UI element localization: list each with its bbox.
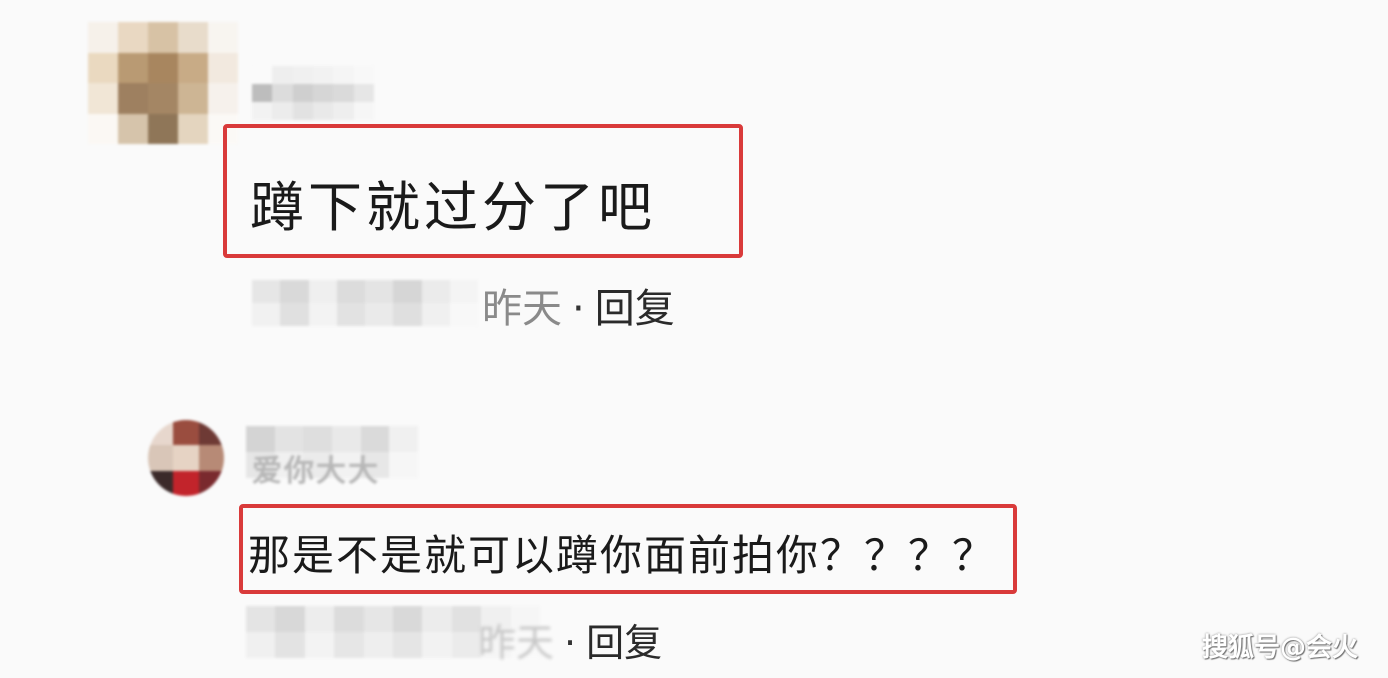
meta-separator: · — [572, 286, 585, 332]
reply-button[interactable]: 回复 — [595, 286, 675, 332]
comment-text: 蹲下就过分了吧 — [250, 176, 656, 239]
username-blurred — [252, 66, 374, 120]
watermark: 搜狐号@会火 — [1201, 633, 1358, 663]
meta-separator: · — [564, 621, 577, 665]
timestamp: 昨天 — [478, 621, 555, 665]
username[interactable]: 爱你大大 — [252, 446, 380, 490]
comment-text: 那是不是就可以蹲你面前拍你？？？？ — [248, 531, 997, 580]
avatar[interactable] — [88, 22, 238, 144]
comment-thread-screenshot: 蹲下就过分了吧 昨天 · 回复 爱你大大 那是不是就可以蹲你面前拍你？？？？ 昨天 ·… — [0, 0, 1388, 678]
comment-meta: 昨天 · 回复 — [478, 612, 662, 667]
comment-meta: 昨天 · 回复 — [482, 276, 675, 334]
reply-button[interactable]: 回复 — [586, 621, 662, 665]
avatar[interactable] — [148, 420, 224, 496]
device-info-blurred — [252, 280, 478, 326]
timestamp: 昨天 — [482, 286, 562, 332]
